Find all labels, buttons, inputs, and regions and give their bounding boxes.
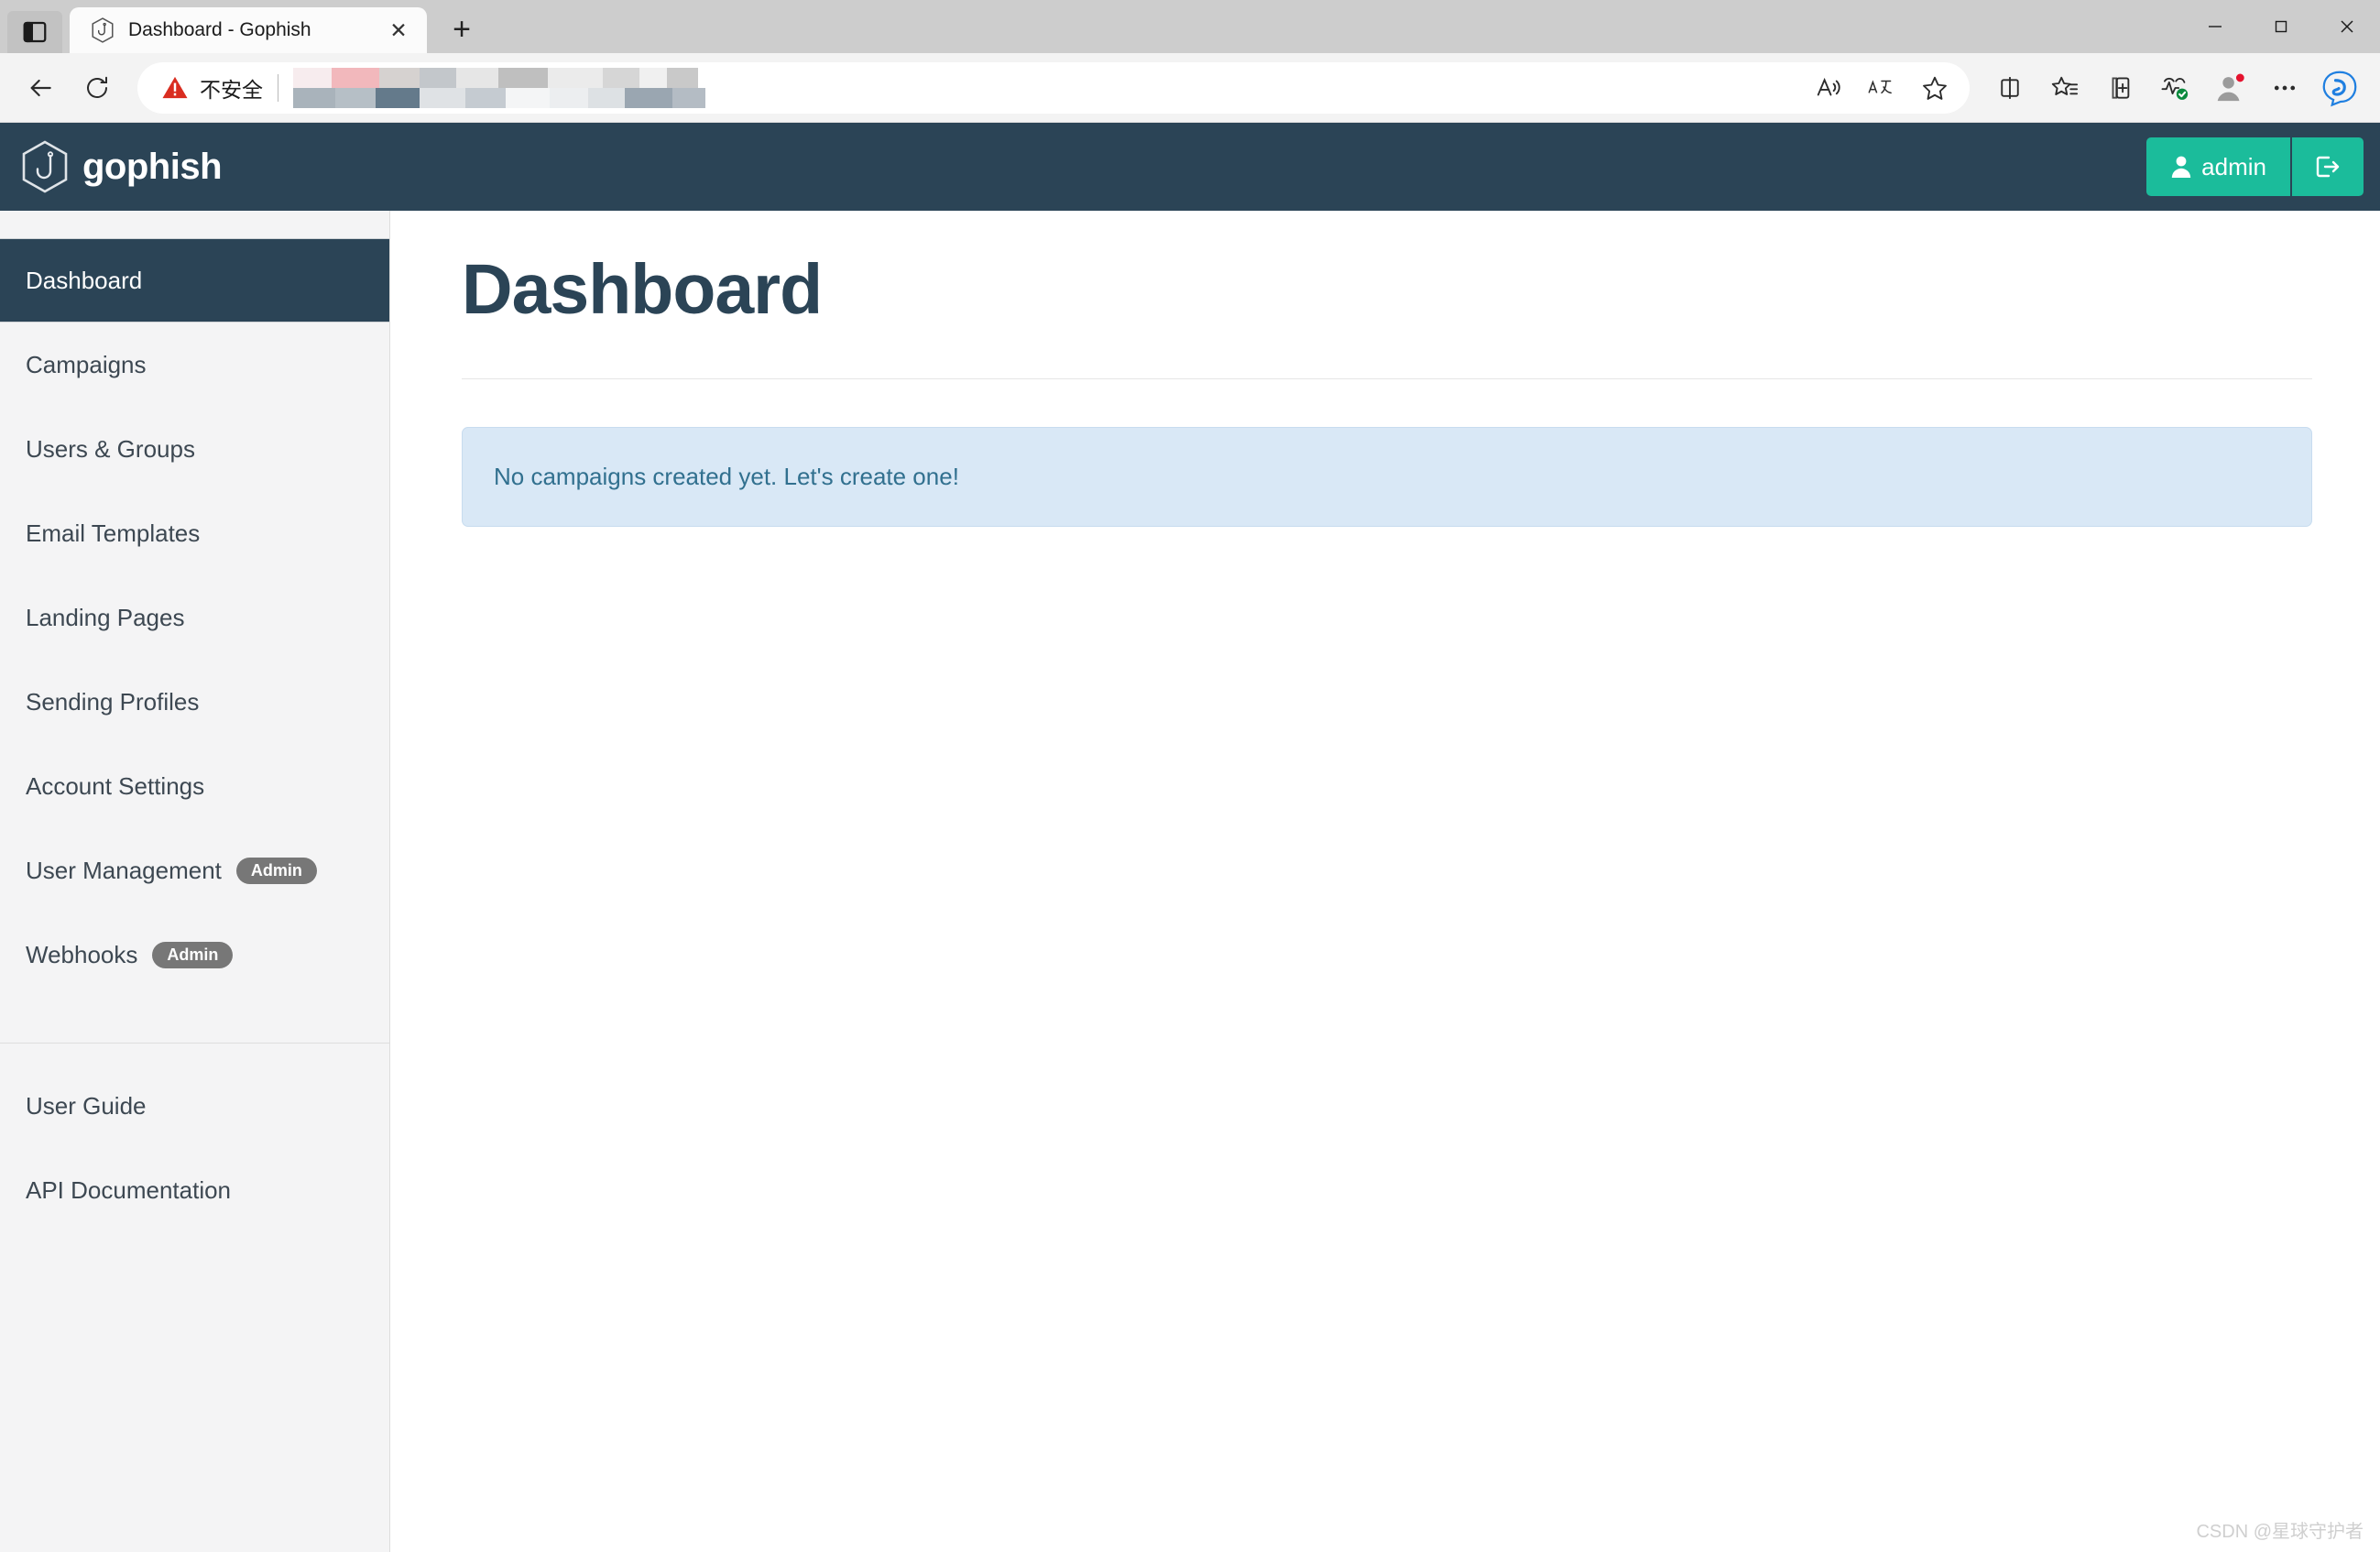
navbar-right: admin [2146,137,2364,196]
sidebar-item-campaigns[interactable]: Campaigns [0,322,389,407]
toolbar-right-actions [1984,62,2365,114]
sidebar-divider [0,1043,389,1044]
security-status-text: 不安全 [200,77,263,102]
add-to-collections-icon[interactable] [2094,62,2145,114]
sidebar-item-label: Email Templates [26,519,201,547]
minimize-button[interactable] [2182,0,2248,53]
gophish-app: gophish admin Dashboard Campaigns Users … [0,123,2380,1552]
brand-name: gophish [82,146,223,187]
gophish-hook-logo [22,140,68,193]
maximize-button[interactable] [2248,0,2314,53]
reload-icon[interactable] [71,62,123,114]
copilot-icon[interactable] [2314,62,2365,114]
title-divider [462,378,2312,379]
address-bar[interactable]: 不安全 [137,61,1970,114]
gophish-favicon [92,17,114,43]
sidebar-item-landing-pages[interactable]: Landing Pages [0,575,389,660]
browser-toolbar: 不安全 [0,53,2380,123]
sidebar-item-dashboard[interactable]: Dashboard [0,238,389,322]
sidebar-item-label: Landing Pages [26,603,185,631]
tab-strip: Dashboard - Gophish ✕ + [0,0,2380,53]
more-options-icon[interactable] [2259,62,2310,114]
logout-button[interactable] [2292,137,2364,196]
sidebar-item-label: API Documentation [26,1175,232,1204]
star-icon[interactable] [1909,62,1960,114]
tab-close-icon[interactable]: ✕ [383,15,414,46]
sidebar-item-label: Dashboard [26,266,143,294]
sidebar-item-email-templates[interactable]: Email Templates [0,491,389,575]
app-body: Dashboard Campaigns Users & Groups Email… [0,211,2380,1552]
brand[interactable]: gophish [0,140,223,193]
logout-icon [2316,156,2340,178]
url-text-redacted[interactable] [293,67,1792,108]
sidebar-item-users-and-groups[interactable]: Users & Groups [0,407,389,491]
sidebar-item-webhooks[interactable]: Webhooks Admin [0,913,389,997]
status-badge: Admin [235,857,317,884]
translate-icon[interactable] [1856,62,1907,114]
omnibox-actions [1803,62,1960,114]
sidebar: Dashboard Campaigns Users & Groups Email… [0,211,390,1552]
sidebar-item-label: User Guide [26,1091,147,1120]
sidebar-item-account-settings[interactable]: Account Settings [0,744,389,828]
status-badge: Admin [152,941,234,968]
app-navbar: gophish admin [0,123,2380,211]
sidebar-item-sending-profiles[interactable]: Sending Profiles [0,660,389,744]
close-window-button[interactable] [2314,0,2380,53]
split-screen-icon[interactable] [1984,62,2036,114]
no-campaigns-alert: No campaigns created yet. Let's create o… [462,427,2312,527]
new-tab-button[interactable]: + [440,7,484,51]
page-title: Dashboard [462,250,823,329]
main-content: Dashboard No campaigns created yet. Let'… [390,211,2380,1552]
sidebar-item-label: Sending Profiles [26,687,200,716]
browser-window: Dashboard - Gophish ✕ + 不安全 gophish admi… [0,0,2380,1552]
user-menu-button[interactable]: admin [2146,137,2290,196]
user-name-label: admin [2201,152,2266,180]
vertical-tabs-icon[interactable] [7,11,62,53]
sidebar-item-user-guide[interactable]: User Guide [0,1064,389,1148]
sidebar-item-label: Webhooks [26,940,138,968]
user-icon [2171,156,2191,178]
sidebar-item-label: Users & Groups [26,434,195,463]
security-warning-icon [162,76,188,99]
favorites-list-icon[interactable] [2039,62,2091,114]
sidebar-item-label: Account Settings [26,771,205,800]
window-controls [2182,0,2380,53]
read-aloud-icon[interactable] [1803,62,1854,114]
profile-avatar-icon[interactable] [2204,62,2255,114]
watermark: CSDN @星球守护者 [2196,1522,2364,1542]
sidebar-item-label: Campaigns [26,350,147,378]
tab-title: Dashboard - Gophish [128,19,311,40]
sidebar-item-api-documentation[interactable]: API Documentation [0,1148,389,1232]
sidebar-item-label: User Management [26,856,222,884]
back-arrow-icon[interactable] [15,62,66,114]
browser-essentials-icon[interactable] [2149,62,2200,114]
alert-message: No campaigns created yet. Let's create o… [494,463,959,490]
browser-tab[interactable]: Dashboard - Gophish ✕ [70,7,427,53]
sidebar-item-user-management[interactable]: User Management Admin [0,828,389,913]
